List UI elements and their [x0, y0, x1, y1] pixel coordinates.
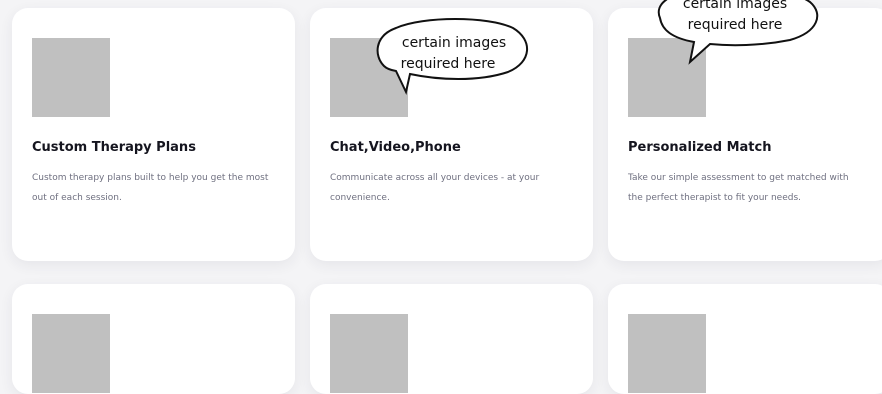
card-description: Custom therapy plans built to help you g…	[32, 173, 269, 203]
annotation-text-line2: required here	[688, 17, 783, 33]
image-placeholder	[628, 314, 706, 393]
annotation-text-line1: certain images	[683, 0, 787, 12]
image-placeholder	[32, 38, 110, 117]
image-placeholder	[330, 314, 408, 393]
card-description: Communicate across all your devices - at…	[330, 173, 540, 203]
card-title: Custom Therapy Plans	[32, 140, 196, 155]
image-placeholder	[32, 314, 110, 393]
annotation-text-line2: required here	[401, 56, 496, 72]
annotation-text-line1: certain images	[402, 35, 506, 51]
feature-card	[310, 284, 593, 394]
annotation-bubble: certain images required here	[657, 0, 819, 65]
card-description: Take our simple assessment to get matche…	[628, 173, 849, 203]
card-title: Chat,Video,Phone	[330, 140, 461, 155]
card-title: Personalized Match	[628, 140, 772, 155]
feature-card	[12, 284, 295, 394]
feature-card	[608, 284, 882, 394]
feature-card-custom-therapy-plans: Custom Therapy Plans Custom therapy plan…	[12, 8, 295, 261]
annotation-bubble: certain images required here	[376, 18, 529, 96]
